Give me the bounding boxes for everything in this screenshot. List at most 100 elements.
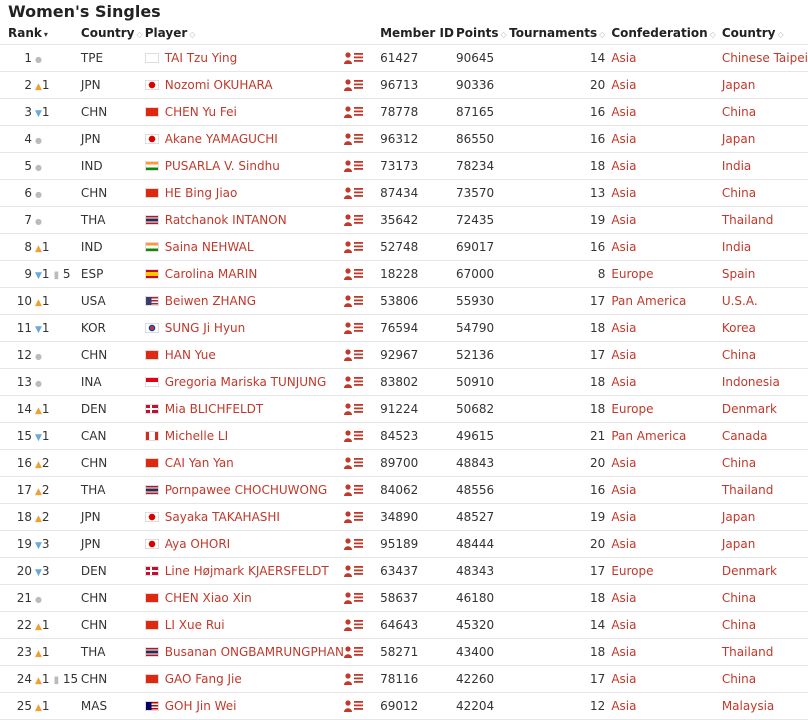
player-profile-icon[interactable]	[343, 457, 364, 469]
country-link[interactable]: India	[722, 240, 751, 254]
country-code-column-header[interactable]: Country ◇	[79, 22, 143, 45]
confederation-link[interactable]: Europe	[611, 267, 653, 281]
tournaments-column-header[interactable]: Tournaments ◇	[507, 22, 605, 45]
player-profile-icon[interactable]	[343, 403, 364, 415]
player-link[interactable]: Gregoria Mariska TUNJUNG	[165, 375, 327, 389]
player-profile-icon[interactable]	[343, 187, 364, 199]
confederation-link[interactable]: Pan America	[611, 429, 686, 443]
player-link[interactable]: Sayaka TAKAHASHI	[165, 510, 280, 524]
country-link[interactable]: Korea	[722, 321, 756, 335]
confederation-link[interactable]: Asia	[611, 213, 636, 227]
player-profile-icon[interactable]	[343, 349, 364, 361]
confederation-link[interactable]: Asia	[611, 618, 636, 632]
confederation-link[interactable]: Asia	[611, 78, 636, 92]
country-link[interactable]: Chinese Taipei	[722, 51, 808, 65]
member-id-column-header[interactable]: Member ID	[378, 22, 454, 45]
country-link[interactable]: China	[722, 186, 756, 200]
player-profile-icon[interactable]	[343, 565, 364, 577]
confederation-link[interactable]: Asia	[611, 159, 636, 173]
player-link[interactable]: Aya OHORI	[165, 537, 230, 551]
player-profile-icon[interactable]	[343, 511, 364, 523]
player-profile-icon[interactable]	[343, 376, 364, 388]
country-link[interactable]: Denmark	[722, 402, 777, 416]
confederation-link[interactable]: Asia	[611, 132, 636, 146]
country-link[interactable]: Thailand	[722, 213, 774, 227]
confederation-link[interactable]: Asia	[611, 699, 636, 713]
country-link[interactable]: China	[722, 591, 756, 605]
player-profile-icon[interactable]	[343, 241, 364, 253]
country-link[interactable]: China	[722, 456, 756, 470]
player-profile-icon[interactable]	[343, 295, 364, 307]
player-link[interactable]: LI Xue Rui	[165, 618, 225, 632]
country-link[interactable]: Malaysia	[722, 699, 774, 713]
player-link[interactable]: Nozomi OKUHARA	[165, 78, 273, 92]
country-link[interactable]: Thailand	[722, 645, 774, 659]
country-link[interactable]: Indonesia	[722, 375, 780, 389]
player-column-header[interactable]: Player ◇	[143, 22, 344, 45]
player-link[interactable]: GOH Jin Wei	[165, 699, 237, 713]
player-link[interactable]: CHEN Xiao Xin	[165, 591, 252, 605]
confederation-link[interactable]: Europe	[611, 564, 653, 578]
confederation-link[interactable]: Europe	[611, 402, 653, 416]
confederation-link[interactable]: Asia	[611, 51, 636, 65]
player-link[interactable]: Beiwen ZHANG	[165, 294, 256, 308]
player-profile-icon[interactable]	[343, 592, 364, 604]
player-link[interactable]: Pornpawee CHOCHUWONG	[165, 483, 327, 497]
confederation-link[interactable]: Asia	[611, 186, 636, 200]
country-link[interactable]: China	[722, 348, 756, 362]
confederation-link[interactable]: Asia	[611, 483, 636, 497]
player-link[interactable]: CAI Yan Yan	[165, 456, 234, 470]
country-column-header[interactable]: Country ◇	[716, 22, 808, 45]
player-link[interactable]: CHEN Yu Fei	[165, 105, 237, 119]
player-profile-icon[interactable]	[343, 619, 364, 631]
player-profile-icon[interactable]	[343, 538, 364, 550]
confederation-link[interactable]: Asia	[611, 321, 636, 335]
player-profile-icon[interactable]	[343, 322, 364, 334]
country-link[interactable]: China	[722, 618, 756, 632]
player-link[interactable]: HE Bing Jiao	[165, 186, 238, 200]
confederation-link[interactable]: Asia	[611, 645, 636, 659]
country-link[interactable]: India	[722, 159, 751, 173]
confederation-link[interactable]: Asia	[611, 510, 636, 524]
player-link[interactable]: Busanan ONGBAMRUNGPHAN	[165, 645, 344, 659]
player-link[interactable]: TAI Tzu Ying	[165, 51, 237, 65]
confederation-link[interactable]: Asia	[611, 240, 636, 254]
player-link[interactable]: Michelle LI	[165, 429, 228, 443]
rank-column-header[interactable]: Rank ▾	[0, 22, 79, 45]
player-profile-icon[interactable]	[343, 673, 364, 685]
country-link[interactable]: Japan	[722, 510, 755, 524]
player-profile-icon[interactable]	[343, 430, 364, 442]
confederation-link[interactable]: Asia	[611, 591, 636, 605]
country-link[interactable]: Spain	[722, 267, 756, 281]
player-profile-icon[interactable]	[343, 268, 364, 280]
player-link[interactable]: Akane YAMAGUCHI	[165, 132, 278, 146]
country-link[interactable]: Denmark	[722, 564, 777, 578]
confederation-link[interactable]: Asia	[611, 456, 636, 470]
player-link[interactable]: HAN Yue	[165, 348, 216, 362]
country-link[interactable]: Thailand	[722, 483, 774, 497]
player-link[interactable]: SUNG Ji Hyun	[165, 321, 246, 335]
country-link[interactable]: U.S.A.	[722, 294, 758, 308]
country-link[interactable]: Japan	[722, 78, 755, 92]
player-profile-icon[interactable]	[343, 133, 364, 145]
points-column-header[interactable]: Points ◇	[454, 22, 507, 45]
country-link[interactable]: China	[722, 672, 756, 686]
player-profile-icon[interactable]	[343, 646, 364, 658]
player-link[interactable]: Mia BLICHFELDT	[165, 402, 263, 416]
country-link[interactable]: China	[722, 105, 756, 119]
player-profile-icon[interactable]	[343, 484, 364, 496]
confederation-link[interactable]: Asia	[611, 537, 636, 551]
confederation-link[interactable]: Asia	[611, 375, 636, 389]
player-profile-icon[interactable]	[343, 214, 364, 226]
player-link[interactable]: PUSARLA V. Sindhu	[165, 159, 280, 173]
confederation-link[interactable]: Pan America	[611, 294, 686, 308]
country-link[interactable]: Japan	[722, 537, 755, 551]
confederation-column-header[interactable]: Confederation ◇	[605, 22, 716, 45]
country-link[interactable]: Canada	[722, 429, 768, 443]
player-link[interactable]: Saina NEHWAL	[165, 240, 254, 254]
confederation-link[interactable]: Asia	[611, 672, 636, 686]
player-link[interactable]: GAO Fang Jie	[165, 672, 242, 686]
player-profile-icon[interactable]	[343, 700, 364, 712]
country-link[interactable]: Japan	[722, 132, 755, 146]
player-link[interactable]: Line Højmark KJAERSFELDT	[165, 564, 329, 578]
